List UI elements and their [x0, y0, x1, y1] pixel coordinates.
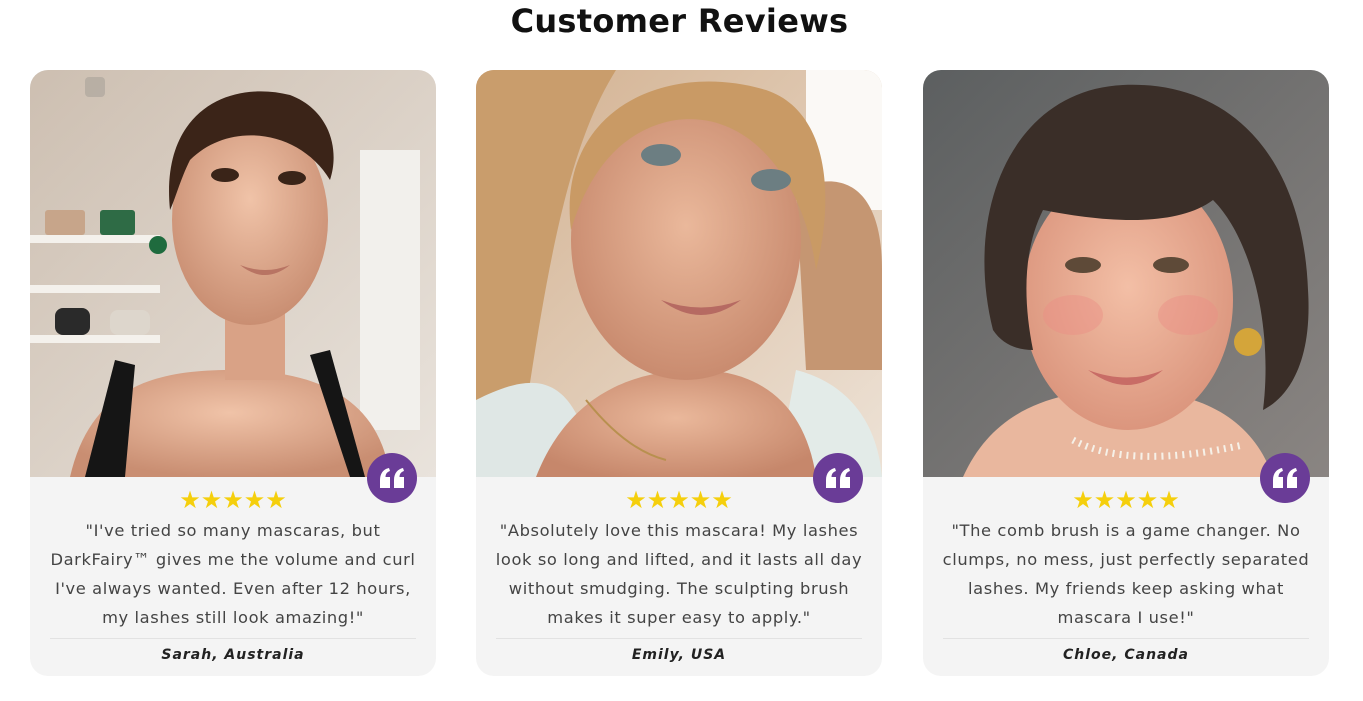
review-card: ★★★★★ "Absolutely love this mascara! My … — [476, 70, 882, 676]
review-author: Emily, USA — [631, 647, 727, 663]
divider — [943, 638, 1309, 639]
reviewer-photo — [30, 70, 436, 477]
review-text: "I've tried so many mascaras, but DarkFa… — [50, 521, 416, 627]
divider — [496, 638, 862, 639]
review-author: Sarah, Australia — [161, 647, 305, 663]
divider — [50, 638, 416, 639]
review-author: Chloe, Canada — [1063, 647, 1189, 663]
section-title: Customer Reviews — [510, 2, 849, 40]
reviewer-photo — [476, 70, 882, 477]
star-rating: ★★★★★ — [1072, 486, 1180, 514]
star-rating: ★★★★★ — [179, 486, 287, 514]
review-text: "Absolutely love this mascara! My lashes… — [495, 521, 863, 627]
reviewer-photo — [923, 70, 1329, 477]
star-rating: ★★★★★ — [625, 486, 733, 514]
review-card: ★★★★★ "The comb brush is a game changer.… — [923, 70, 1329, 676]
review-card: ★★★★★ "I've tried so many mascaras, but … — [30, 70, 436, 676]
review-text: "The comb brush is a game changer. No cl… — [942, 521, 1310, 627]
